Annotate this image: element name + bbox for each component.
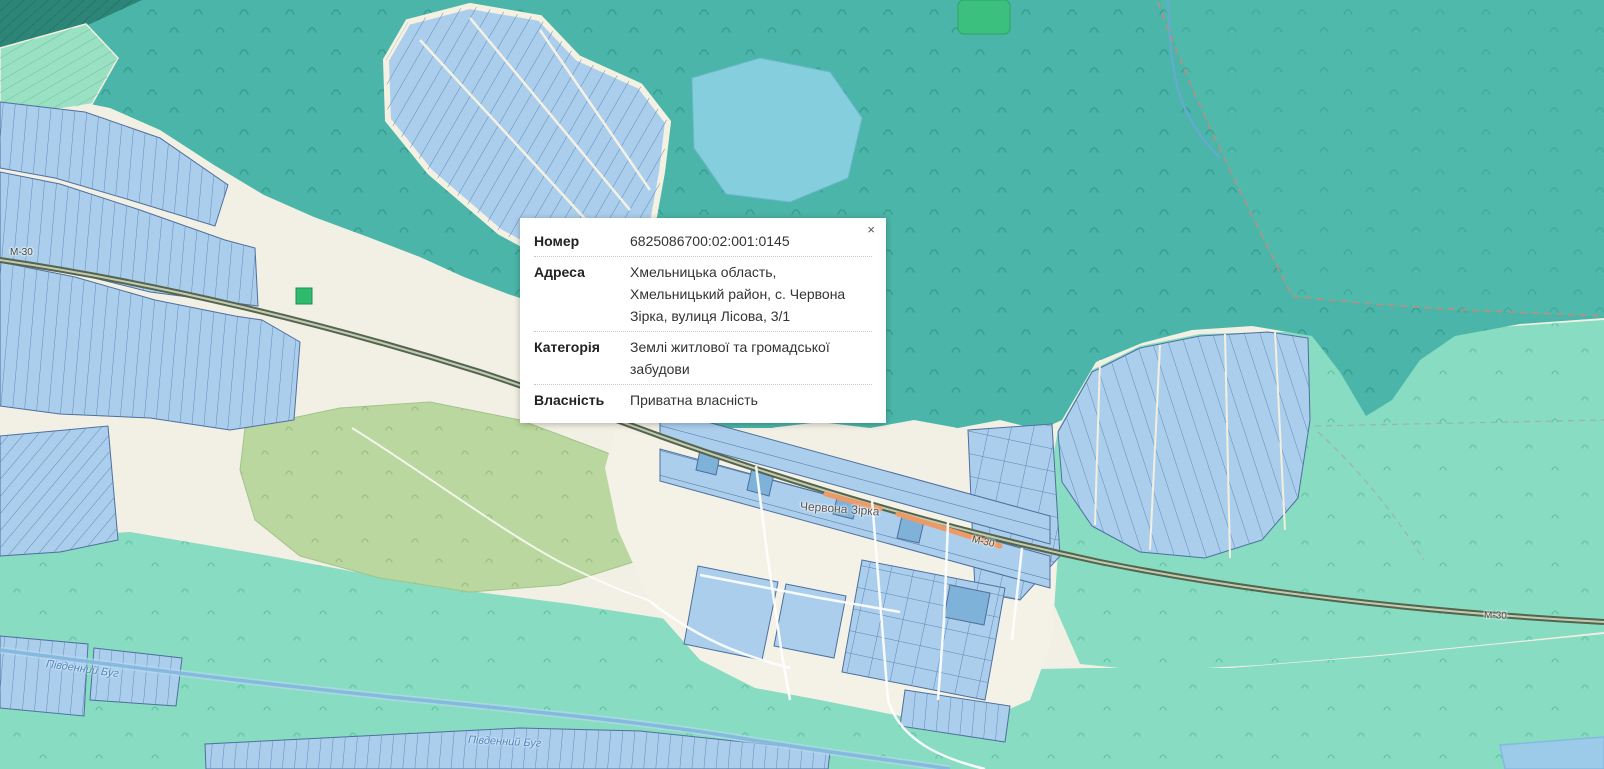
popup-row-ownership: Власність Приватна власність [520,385,886,415]
parcel-info-popup: × Номер 6825086700:02:001:0145 Адреса Хм… [520,218,886,423]
field-label-ownership: Власність [534,389,630,411]
green-clearing [958,0,1010,34]
popup-row-address: Адреса Хмельницька область, Хмельницький… [520,257,886,331]
field-value-category: Землі житлової та громадської забудови [630,336,864,380]
popup-row-category: Категорія Землі житлової та громадської … [520,332,886,384]
close-icon[interactable]: × [865,220,877,240]
map-canvas[interactable]: М-30 М-30 М-30 Південний Буг Південний Б… [0,0,1604,769]
road-label-m30-right: М-30 [1484,610,1507,622]
field-value-ownership: Приватна власність [630,389,864,411]
field-label-address: Адреса [534,261,630,327]
popup-row-number: Номер 6825086700:02:001:0145 [520,226,886,256]
field-label-number: Номер [534,230,630,252]
small-green-plot [296,288,312,304]
field-value-address: Хмельницька область, Хмельницький район,… [630,261,864,327]
field-label-category: Категорія [534,336,630,380]
road-label-m30-left: М-30 [10,247,33,258]
field-value-number: 6825086700:02:001:0145 [630,230,864,252]
